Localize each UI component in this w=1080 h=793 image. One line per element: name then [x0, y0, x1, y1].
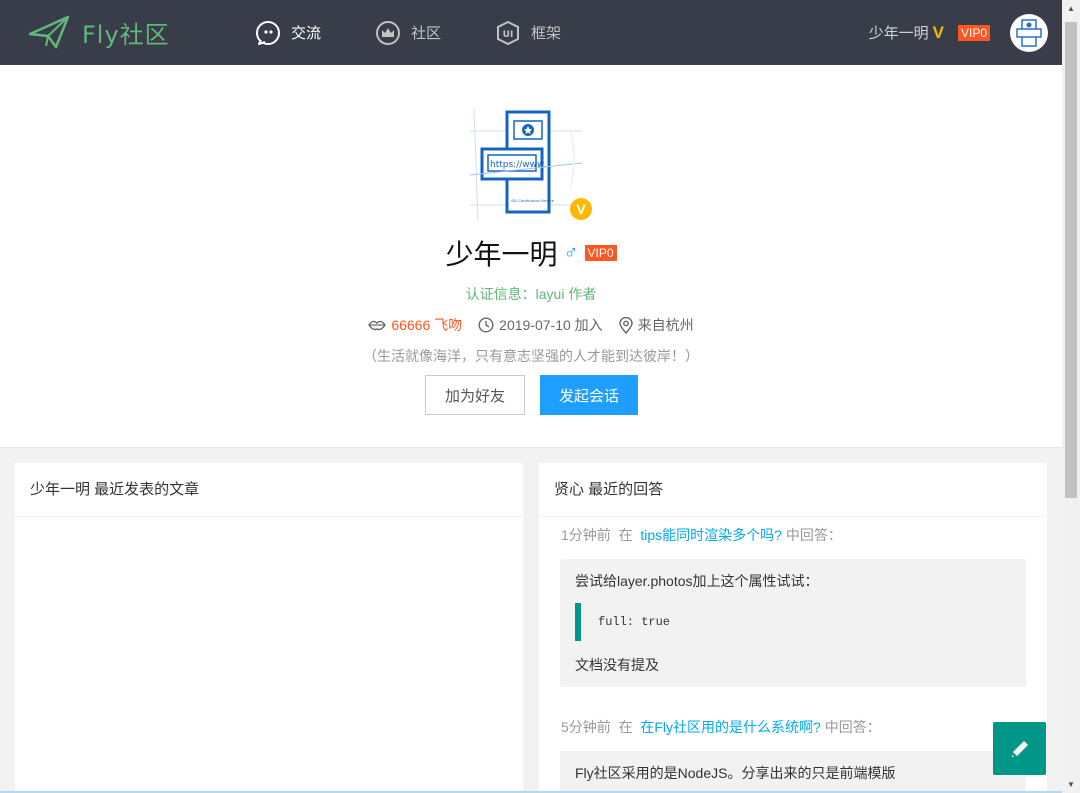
profile-actions: 加为好友 发起会话	[425, 375, 638, 415]
answer-suffix: 中回答：	[785, 527, 842, 543]
verify-info: 认证信息：layui 作者	[465, 286, 597, 302]
answer-text: Fly社区采用的是NodeJS。分享出来的只是前端模版	[575, 765, 896, 781]
logo[interactable]: Fly社区	[28, 10, 170, 54]
verified-v-icon: V	[932, 22, 944, 42]
start-chat-button[interactable]: 发起会话	[540, 375, 638, 415]
chat-bubble-icon	[256, 20, 280, 45]
ssl-certificate-avatar-image: https://www. SSL Certification Service	[469, 108, 583, 222]
recent-articles-title: 少年一明 最近发表的文章	[15, 463, 523, 517]
svg-text:UI: UI	[503, 30, 514, 40]
user-signature: （生活就像海洋，只有意志坚强的人才能到达彼岸！）	[363, 348, 699, 364]
answer-prefix: 在	[618, 719, 633, 735]
answer-suffix: 中回答：	[824, 719, 881, 735]
recent-articles-panel: 少年一明 最近发表的文章	[15, 463, 523, 793]
answer-time: 1分钟前	[561, 527, 611, 543]
add-friend-button[interactable]: 加为好友	[425, 375, 525, 415]
answer-prefix: 在	[618, 527, 633, 543]
location: 来自杭州	[637, 317, 694, 333]
header-user-name[interactable]: 少年一明	[869, 22, 929, 43]
kiss-count: 66666 飞吻	[391, 317, 463, 333]
join-stat: 2019-07-10 加入	[478, 315, 603, 335]
ui-shield-icon: UI	[497, 20, 520, 45]
profile-stats: 66666 飞吻 2019-07-10 加入 来自杭州	[0, 315, 1062, 335]
svg-text:SSL Certification Service: SSL Certification Service	[511, 199, 554, 203]
user-area: 少年一明 V VIP0	[869, 0, 1048, 65]
profile-section: https://www. SSL Certification Service V…	[0, 65, 1062, 448]
edit-pencil-icon	[1011, 740, 1028, 757]
main-nav: 交流 社区 UI 框架	[255, 0, 615, 65]
header-avatar[interactable]	[1010, 13, 1048, 52]
profile-name: 少年一明	[445, 239, 558, 270]
answer-text: 尝试给layer.photos加上这个属性试试：	[575, 573, 819, 589]
nav-item-community[interactable]: 社区	[375, 0, 441, 65]
lips-kiss-icon	[368, 320, 387, 331]
recent-answers-title: 贤心 最近的回答	[539, 463, 1047, 517]
profile-name-row: 少年一明 ♂ VIP0	[0, 233, 1062, 273]
nav-item-framework[interactable]: UI 框架	[495, 0, 561, 65]
answer-content: 尝试给layer.photos加上这个属性试试： full: true 文档没有…	[560, 559, 1026, 687]
scroll-down-arrow-icon[interactable]: ▼	[1062, 776, 1080, 793]
nav-item-chat[interactable]: 交流	[255, 0, 321, 65]
location-stat: 来自杭州	[618, 315, 694, 335]
profile-vip-badge: VIP0	[584, 245, 617, 261]
answer-text: 文档没有提及	[575, 657, 659, 673]
scroll-up-arrow-icon[interactable]: ▲	[1062, 0, 1080, 17]
svg-text:https://www.: https://www.	[490, 160, 546, 170]
nav-label-community: 社区	[411, 25, 442, 42]
nav-label-framework: 框架	[531, 25, 562, 42]
answer-time: 5分钟前	[561, 719, 611, 735]
edit-fab-button[interactable]	[993, 722, 1046, 775]
paper-plane-icon	[28, 15, 70, 49]
crown-icon	[376, 20, 401, 45]
page-scrollbar[interactable]: ▲ ▼	[1062, 0, 1080, 793]
answer-meta: 5分钟前 在 在Fly社区用的是什么系统啊? 中回答：	[539, 709, 1047, 745]
male-gender-icon: ♂	[563, 241, 579, 264]
profile-avatar: https://www. SSL Certification Service	[469, 108, 583, 222]
nav-label-chat: 交流	[291, 25, 322, 42]
join-date: 2019-07-10 加入	[499, 317, 603, 333]
answer-topic-link[interactable]: tips能同时渲染多个吗?	[640, 527, 782, 543]
location-pin-icon	[618, 316, 633, 334]
answer-meta: 1分钟前 在 tips能同时渲染多个吗? 中回答：	[539, 517, 1047, 553]
code-block: full: true	[575, 603, 1011, 641]
answer-content: Fly社区采用的是NodeJS。分享出来的只是前端模版	[560, 751, 1026, 793]
verified-badge-icon: V	[570, 198, 592, 220]
header-vip-badge: VIP0	[957, 24, 990, 41]
logo-text: Fly社区	[82, 20, 170, 49]
answer-topic-link[interactable]: 在Fly社区用的是什么系统啊?	[640, 719, 820, 735]
certificate-avatar-icon	[1016, 18, 1042, 47]
clock-icon	[478, 317, 494, 333]
kiss-stat: 66666 飞吻	[368, 315, 462, 335]
top-header: Fly社区 交流 社区 UI 框架 少年一明 V VIP0	[0, 0, 1062, 65]
scroll-thumb[interactable]	[1065, 22, 1077, 498]
recent-answers-panel: 贤心 最近的回答 1分钟前 在 tips能同时渲染多个吗? 中回答： 尝试给la…	[539, 463, 1047, 793]
